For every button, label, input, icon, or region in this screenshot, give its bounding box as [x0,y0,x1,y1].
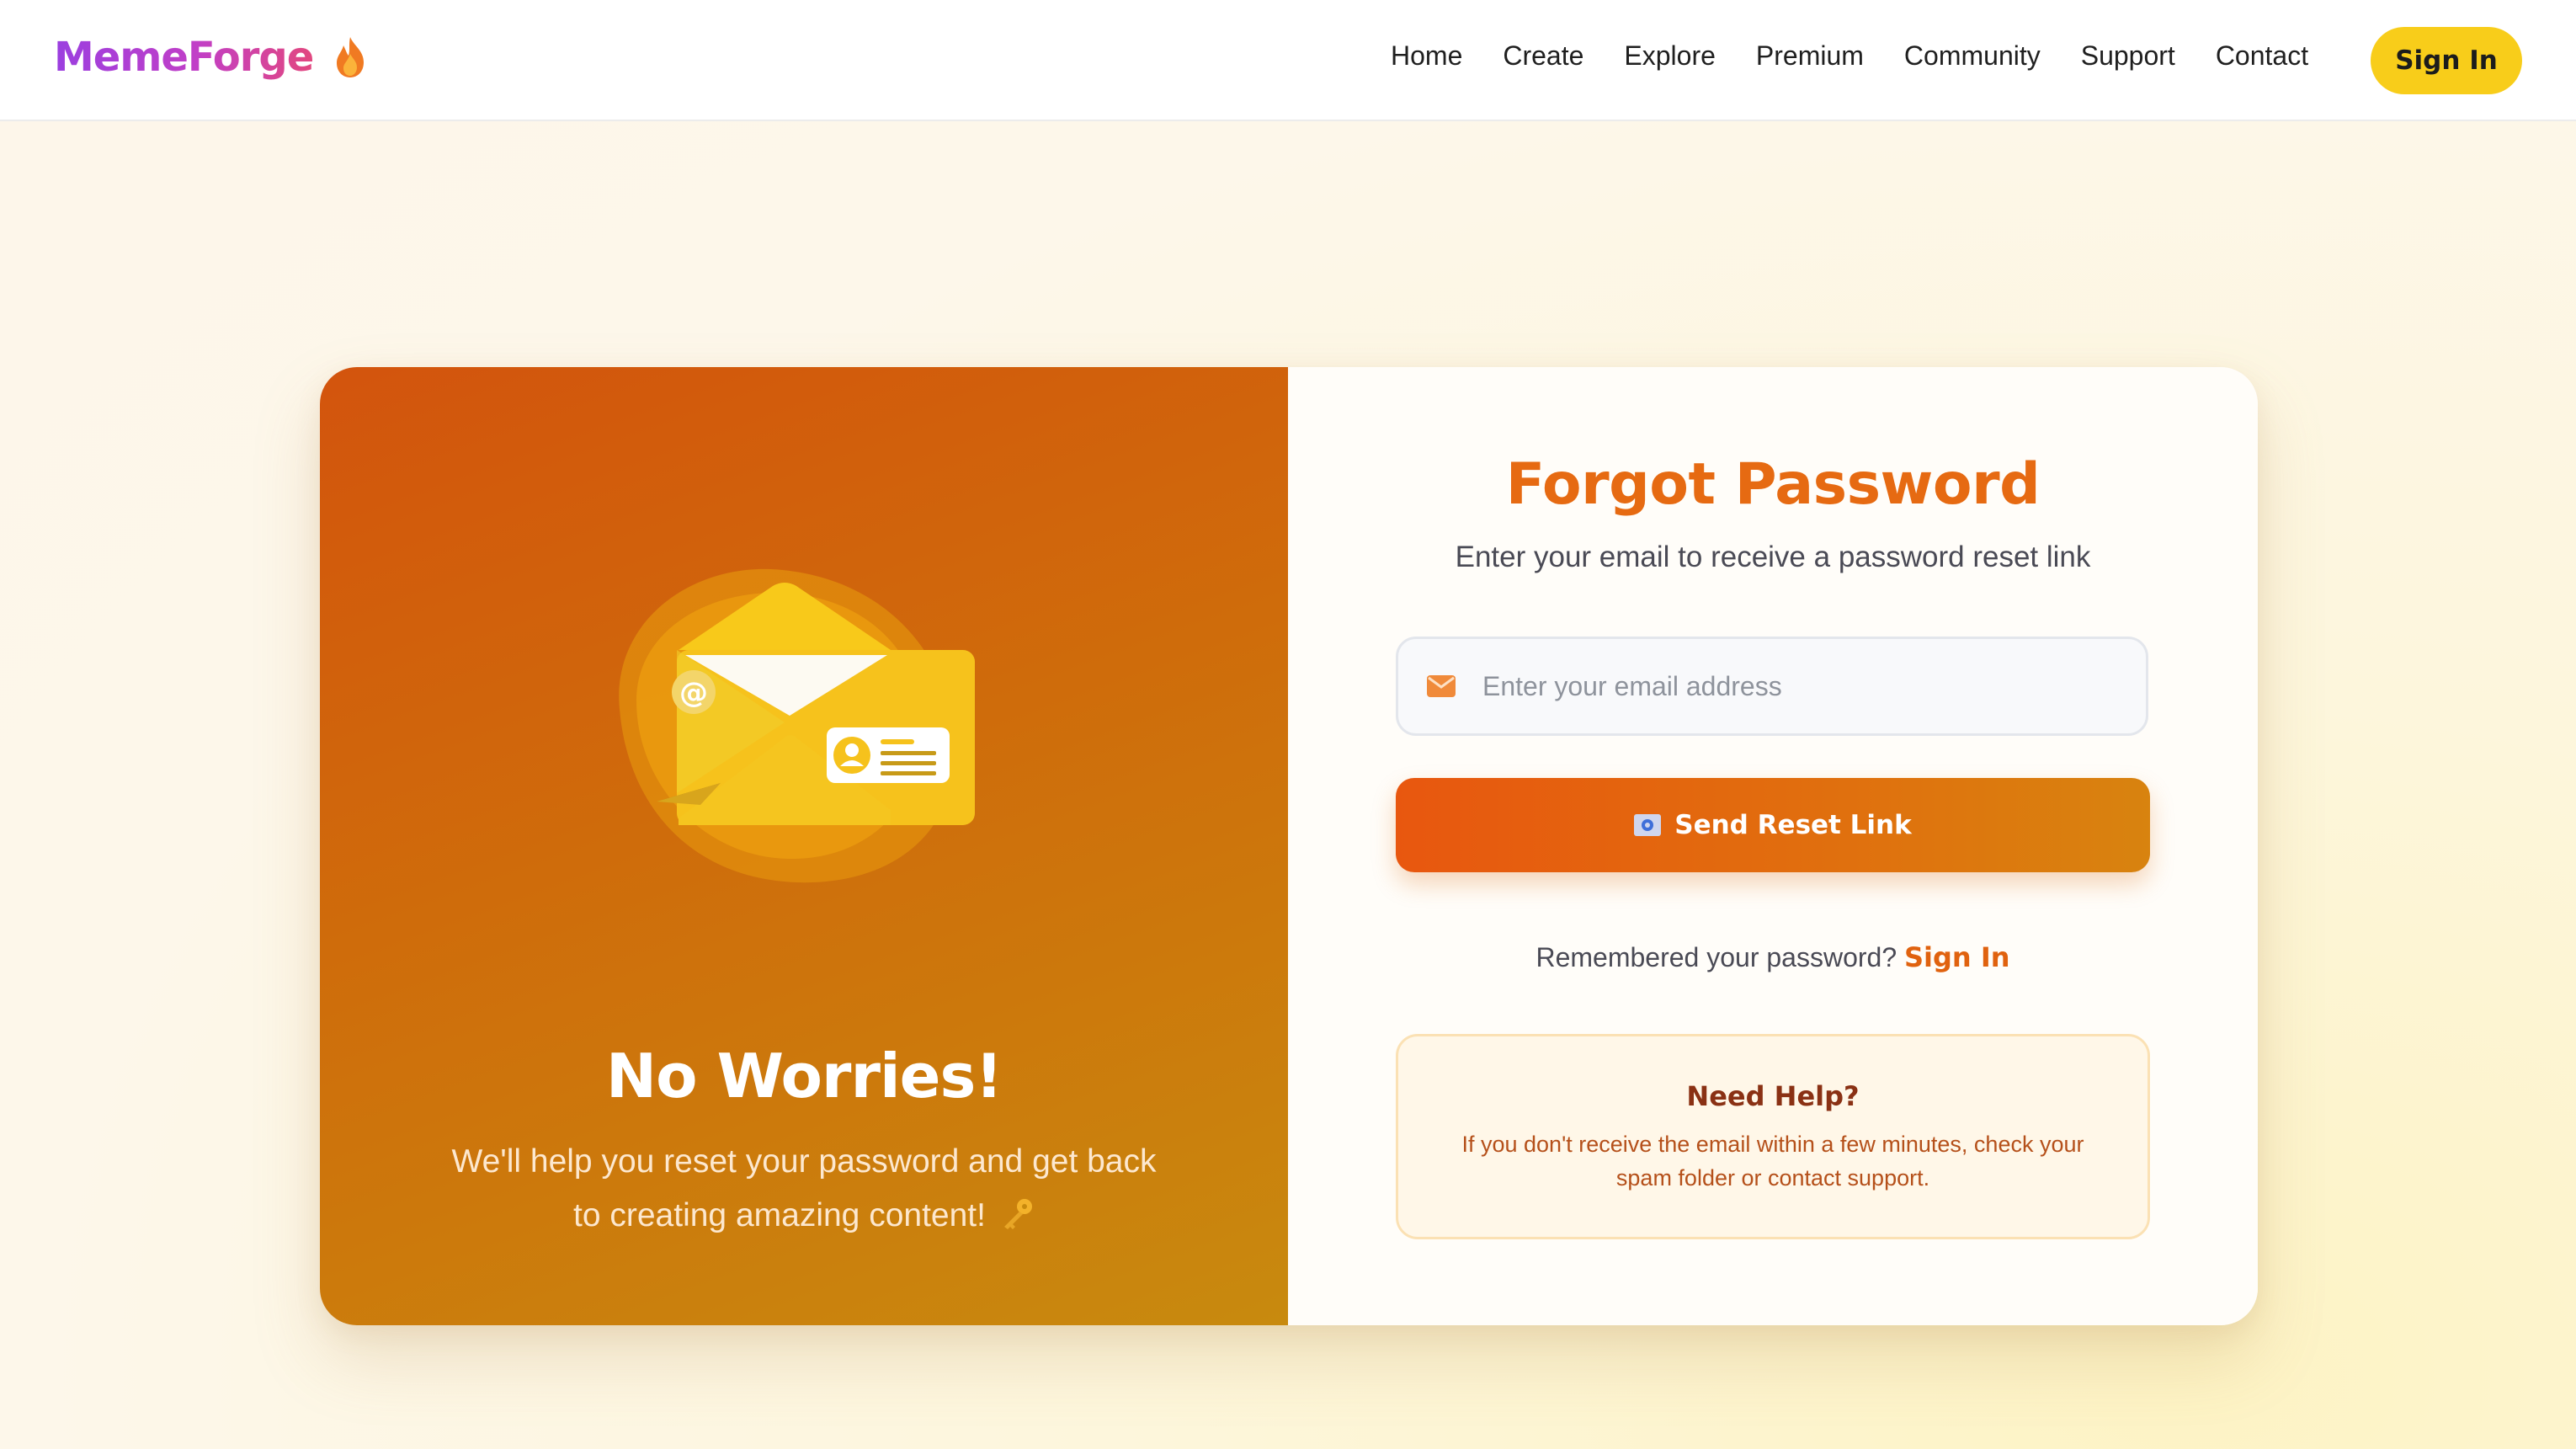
help-title: Need Help? [1686,1080,1860,1112]
panel-description: We'll help you reset your password and g… [446,1135,1162,1243]
svg-text:@: @ [679,676,708,710]
mail-icon [1427,675,1456,697]
form-subtitle: Enter your email to receive a password r… [1455,541,2091,573]
signin-link[interactable]: Sign In [1904,941,2010,973]
help-text: If you don't receive the email within a … [1461,1132,2084,1191]
flame-icon [337,37,365,77]
panel-title: No Worries! [605,1041,1003,1111]
envelope-icon: @ [619,568,975,883]
forgot-password-card: @ No Worries! We'll help you reset your … [320,367,2258,1325]
send-reset-link-button[interactable]: Send Reset Link [1396,778,2150,872]
remember-password-text: Remembered your password? [1535,942,1897,972]
remember-password-row: Remembered your password? Sign In [1288,941,2258,973]
nav-link-community[interactable]: Community [1904,40,2041,72]
brand-logo[interactable]: MemeForge [54,34,369,81]
nav-links: Home Create Explore Premium Community Su… [1391,40,2308,72]
signin-button[interactable]: Sign In [2371,27,2522,94]
nav-link-support[interactable]: Support [2081,40,2175,72]
illustration-panel: @ No Worries! We'll help you reset your … [320,367,1288,1325]
envelope-icon [1634,814,1662,836]
panel-description-text: We'll help you reset your password and g… [451,1143,1157,1233]
form-panel: Forgot Password Enter your email to rece… [1288,367,2258,1325]
brand-name: MemeForge [54,34,314,81]
nav-link-contact[interactable]: Contact [2216,40,2308,72]
nav-link-create[interactable]: Create [1503,40,1583,72]
nav-link-explore[interactable]: Explore [1624,40,1716,72]
nav-link-premium[interactable]: Premium [1756,40,1864,72]
email-input[interactable] [1482,670,2122,702]
key-icon [1003,1199,1032,1229]
top-navbar: MemeForge Home Create Explore Premium Co… [0,0,2576,121]
form-title: Forgot Password [1505,451,2041,518]
help-box: Need Help? If you don't receive the emai… [1396,1034,2150,1239]
nav-link-home[interactable]: Home [1391,40,1462,72]
email-field[interactable] [1396,637,2148,736]
send-reset-link-label: Send Reset Link [1674,810,1912,840]
